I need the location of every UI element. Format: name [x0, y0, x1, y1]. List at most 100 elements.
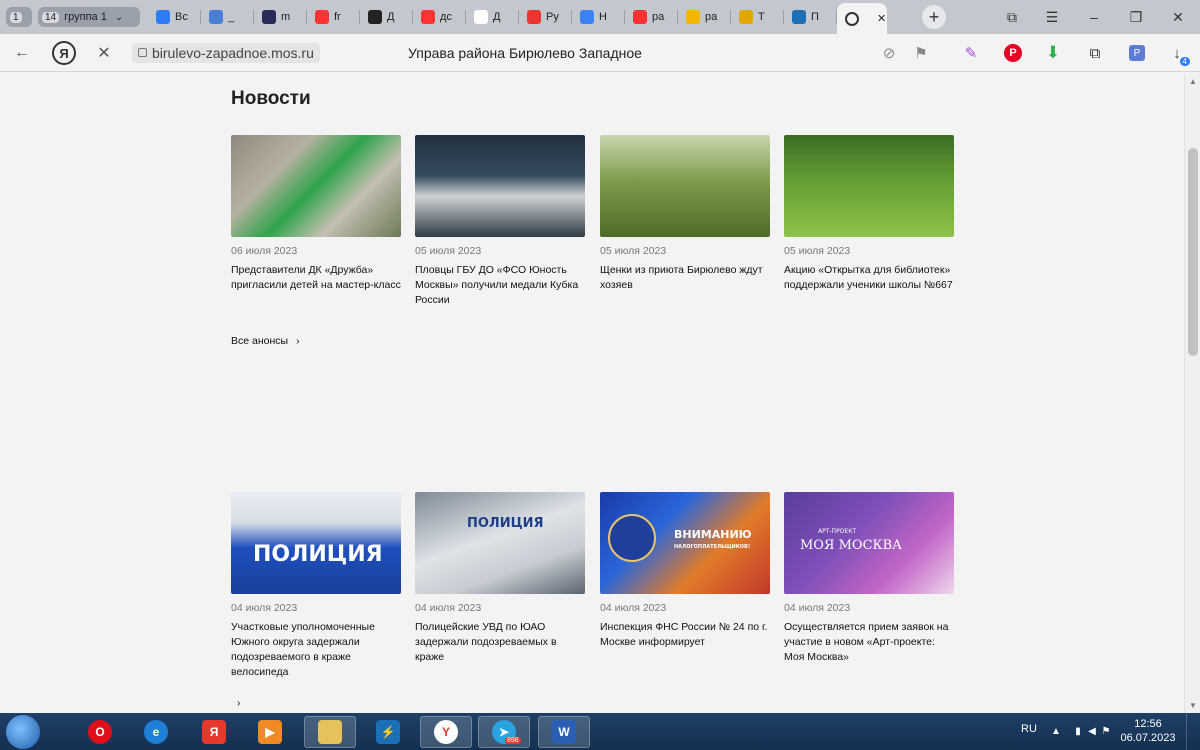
scroll-down-arrow-icon[interactable]: ▼ — [1185, 697, 1200, 713]
news-image[interactable] — [415, 135, 585, 237]
news-title[interactable]: Акцию «Открытка для библиотек» поддержал… — [784, 263, 954, 293]
browser-tab[interactable]: fr — [307, 4, 360, 30]
browser-tab[interactable]: Ру — [519, 4, 572, 30]
url-field[interactable]: birulevo-zapadnoe.mos.ru — [132, 43, 320, 63]
telegram-taskbar-button[interactable]: ➤ 898 — [478, 716, 530, 748]
stop-loading-button[interactable]: ✕ — [92, 41, 116, 65]
news-image[interactable]: АРТ-ПРОЕКТ МОЯ МОСКВА — [784, 492, 954, 594]
news-image[interactable]: ПОЛИЦИЯ — [231, 492, 401, 594]
folder-icon — [318, 720, 342, 744]
bookmarks-icon[interactable]: ⧉ — [1000, 6, 1024, 28]
close-tab-icon[interactable]: ✕ — [877, 12, 886, 25]
start-button[interactable] — [6, 715, 40, 749]
news-image[interactable]: ВНИМАНИЮ НАЛОГОПЛАТЕЛЬЩИКОВ! — [600, 492, 770, 594]
news-card[interactable]: ПОЛИЦИЯ 04 июля 2023 Участковые уполномо… — [231, 492, 401, 680]
new-tab-button[interactable]: + — [922, 5, 946, 29]
word-taskbar-button[interactable]: W — [538, 716, 590, 748]
pinned-group-chip[interactable]: 1 — [6, 7, 32, 27]
network-icon[interactable]: ▮ — [1072, 725, 1084, 737]
news-card[interactable]: 05 июля 2023 Пловцы ГБУ ДО «ФСО Юность М… — [415, 135, 585, 308]
browser-tab[interactable]: П — [784, 4, 837, 30]
yandex-logo-icon[interactable]: Я — [52, 41, 76, 65]
windows-taskbar: O e Я ▶ ⚡ Y ➤ 898 W RU ▲ ▮ ◀ ⚑ 12:56 06.… — [0, 713, 1200, 750]
news-image[interactable] — [784, 135, 954, 237]
tab-label: П — [811, 11, 819, 23]
language-indicator[interactable]: RU — [1021, 723, 1037, 735]
browser-tab[interactable]: Н — [572, 4, 625, 30]
download-extension-icon[interactable]: ⬇ — [1042, 42, 1064, 64]
news-card[interactable]: 06 июля 2023 Представители ДК «Дружба» п… — [231, 135, 401, 293]
tray-expand-icon[interactable]: ▲ — [1050, 725, 1062, 737]
chevron-right-icon: › — [296, 335, 300, 347]
news-date: 05 июля 2023 — [784, 245, 851, 257]
tab-label: Ру — [546, 11, 559, 23]
security-taskbar-button[interactable]: ⚡ — [362, 716, 414, 748]
browser-tab[interactable]: Д — [360, 4, 413, 30]
news-card[interactable]: 05 июля 2023 Акцию «Открытка для библиот… — [784, 135, 954, 293]
browser-tab[interactable]: m — [254, 4, 307, 30]
news-title[interactable]: Участковые уполномоченные Южного округа … — [231, 620, 401, 680]
browser-tab[interactable]: дс — [413, 4, 466, 30]
cube-icon — [580, 10, 594, 24]
browser-tab[interactable]: ра — [625, 4, 678, 30]
chevron-right-icon[interactable]: › — [237, 698, 240, 709]
all-announcements-link[interactable]: Все анонсы › — [231, 335, 300, 347]
browser-tab[interactable]: Вс — [148, 4, 201, 30]
browser-tab[interactable]: ✕ — [837, 3, 887, 34]
news-card[interactable]: АРТ-ПРОЕКТ МОЯ МОСКВА 04 июля 2023 Осуще… — [784, 492, 954, 665]
collections-icon[interactable]: ⧉ — [1084, 42, 1106, 64]
opera-taskbar-button[interactable]: O — [74, 716, 126, 748]
news-image[interactable] — [600, 135, 770, 237]
close-window-button[interactable]: ✕ — [1166, 6, 1190, 28]
news-title[interactable]: Пловцы ГБУ ДО «ФСО Юность Москвы» получи… — [415, 263, 585, 308]
news-title[interactable]: Представители ДК «Дружба» пригласили дет… — [231, 263, 401, 293]
translator-extension-icon[interactable]: Р — [1126, 42, 1148, 64]
news-date: 04 июля 2023 — [600, 602, 667, 614]
explorer-taskbar-button[interactable] — [304, 716, 356, 748]
downloads-icon[interactable]: ↓ 4 — [1166, 42, 1190, 66]
all-announcements-label: Все анонсы — [231, 335, 289, 347]
minimize-button[interactable]: – — [1082, 6, 1106, 28]
flag-icon[interactable]: ⚑ — [1100, 725, 1112, 737]
news-card[interactable]: ВНИМАНИЮ НАЛОГОПЛАТЕЛЬЩИКОВ! 04 июля 202… — [600, 492, 770, 650]
wikipedia-icon — [474, 10, 488, 24]
news-title[interactable]: Осуществляется прием заявок на участие в… — [784, 620, 954, 665]
news-title[interactable]: Полицейские УВД по ЮАО задержали подозре… — [415, 620, 585, 665]
clock[interactable]: 12:56 06.07.2023 — [1118, 717, 1178, 745]
news-image[interactable]: ПОЛИЦИЯ — [415, 492, 585, 594]
news-title[interactable]: Щенки из приюта Бирюлево ждут хозяев — [600, 263, 770, 293]
news-card[interactable]: ПОЛИЦИЯ 04 июля 2023 Полицейские УВД по … — [415, 492, 585, 665]
back-button[interactable]: ← — [10, 41, 34, 65]
tab-label: fr — [334, 11, 341, 23]
ie-taskbar-button[interactable]: e — [130, 716, 182, 748]
media-player-taskbar-button[interactable]: ▶ — [244, 716, 296, 748]
translate-icon[interactable]: ⊘ — [878, 42, 900, 64]
news-date: 04 июля 2023 — [784, 602, 851, 614]
browser-tab[interactable]: Д — [466, 4, 519, 30]
browser-tab[interactable]: ра — [678, 4, 731, 30]
browser-tab[interactable]: _ — [201, 4, 254, 30]
show-desktop-button[interactable] — [1186, 713, 1200, 750]
news-card[interactable]: 05 июля 2023 Щенки из приюта Бирюлево жд… — [600, 135, 770, 293]
yandex-browser-taskbar-button[interactable]: Y — [420, 716, 472, 748]
news-date: 05 июля 2023 — [415, 245, 482, 257]
tab-label: дс — [440, 11, 452, 23]
vertical-scrollbar[interactable]: ▲ ▼ — [1184, 73, 1200, 713]
bookmark-icon[interactable]: ⚑ — [910, 42, 932, 64]
browser-tab[interactable]: Т — [731, 4, 784, 30]
pen-extension-icon[interactable]: ✎ — [960, 42, 982, 64]
tab-label: Т — [758, 11, 765, 23]
news-image[interactable] — [231, 135, 401, 237]
scroll-up-arrow-icon[interactable]: ▲ — [1185, 73, 1200, 89]
tab-label: ра — [705, 11, 718, 23]
pinterest-icon[interactable]: P — [1002, 42, 1024, 64]
restore-button[interactable]: ❐ — [1124, 6, 1148, 28]
menu-icon[interactable]: ☰ — [1040, 6, 1064, 28]
yandex-icon — [421, 10, 435, 24]
tab-group-chip[interactable]: 14 группа 1 ⌄ — [38, 7, 140, 27]
yandex-taskbar-button[interactable]: Я — [188, 716, 240, 748]
tax-service-emblem-icon — [608, 514, 656, 562]
scroll-thumb[interactable] — [1188, 148, 1198, 356]
news-title[interactable]: Инспекция ФНС России № 24 по г. Москве и… — [600, 620, 770, 650]
speaker-icon[interactable]: ◀ — [1086, 725, 1098, 737]
